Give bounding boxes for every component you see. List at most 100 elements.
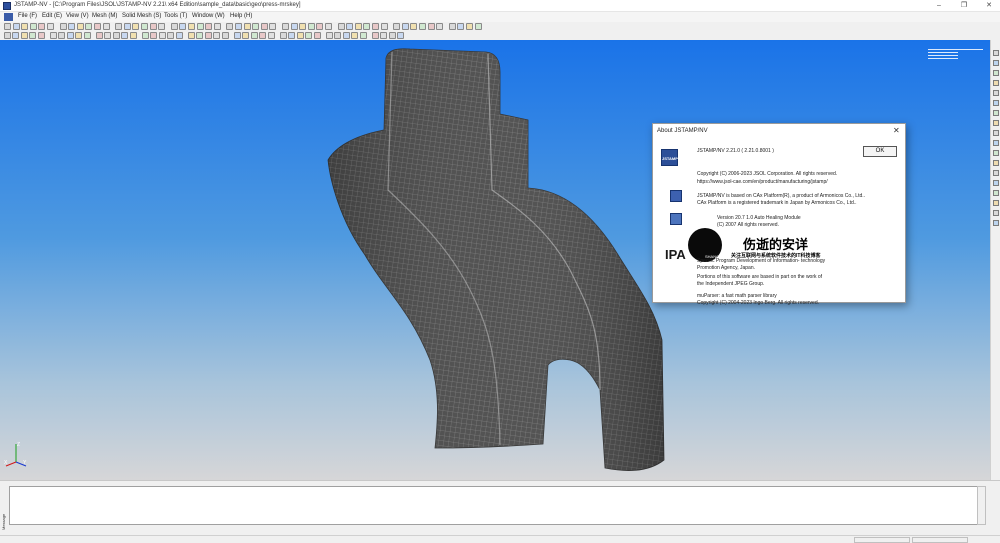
toolbar-tool-icon[interactable]	[457, 23, 465, 30]
toolbar-tool-icon[interactable]	[307, 23, 315, 30]
toolbar-tool-icon[interactable]	[363, 23, 371, 30]
toolbar-tool-icon[interactable]	[76, 23, 84, 30]
toolbar-tool-icon[interactable]	[346, 23, 354, 30]
side-tool-icon[interactable]	[993, 80, 999, 86]
toolbar-tool-icon[interactable]	[75, 32, 83, 39]
minimize-button[interactable]: –	[928, 0, 950, 12]
toolbar-tool-icon[interactable]	[290, 23, 298, 30]
ok-button[interactable]: OK	[863, 146, 897, 157]
side-tool-icon[interactable]	[993, 190, 999, 196]
toolbar-tool-icon[interactable]	[83, 32, 91, 39]
toolbar-tool-icon[interactable]	[196, 23, 204, 30]
toolbar-tool-icon[interactable]	[104, 32, 112, 39]
side-tool-icon[interactable]	[993, 100, 999, 106]
toolbar-tool-icon[interactable]	[342, 32, 350, 39]
toolbar-tool-icon[interactable]	[38, 23, 46, 30]
toolbar-tool-icon[interactable]	[380, 23, 388, 30]
toolbar-tool-icon[interactable]	[68, 23, 76, 30]
toolbar-tool-icon[interactable]	[47, 23, 54, 30]
toolbar-tool-icon[interactable]	[448, 23, 456, 30]
toolbar-tool-icon[interactable]	[354, 23, 362, 30]
toolbar-tool-icon[interactable]	[288, 32, 296, 39]
toolbar-tool-icon[interactable]	[167, 32, 175, 39]
toolbar-tool-icon[interactable]	[115, 23, 123, 30]
menu-mesh[interactable]: Mesh (M)	[92, 13, 117, 19]
toolbar-tool-icon[interactable]	[313, 32, 321, 39]
toolbar-tool-icon[interactable]	[158, 23, 166, 30]
toolbar-tool-icon[interactable]	[204, 32, 212, 39]
toolbar-tool-icon[interactable]	[326, 32, 333, 39]
toolbar-tool-icon[interactable]	[260, 23, 268, 30]
toolbar-tool-icon[interactable]	[59, 23, 67, 30]
toolbar-tool-icon[interactable]	[372, 23, 379, 30]
toolbar-tool-icon[interactable]	[213, 23, 221, 30]
toolbar-tool-icon[interactable]	[21, 23, 29, 30]
toolbar-tool-icon[interactable]	[96, 32, 103, 39]
toolbar-tool-icon[interactable]	[305, 32, 313, 39]
toolbar-tool-icon[interactable]	[282, 23, 289, 30]
toolbar-tool-icon[interactable]	[213, 32, 221, 39]
toolbar-tool-icon[interactable]	[142, 32, 149, 39]
side-tool-icon[interactable]	[993, 120, 999, 126]
side-tool-icon[interactable]	[993, 200, 999, 206]
menu-window[interactable]: Window (W)	[192, 13, 225, 19]
toolbar-tool-icon[interactable]	[397, 32, 405, 39]
toolbar-tool-icon[interactable]	[129, 32, 137, 39]
side-tool-icon[interactable]	[993, 140, 999, 146]
toolbar-tool-icon[interactable]	[359, 32, 367, 39]
toolbar-tool-icon[interactable]	[267, 32, 275, 39]
toolbar-tool-icon[interactable]	[388, 32, 396, 39]
toolbar-tool-icon[interactable]	[149, 23, 157, 30]
s-channel-part[interactable]	[327, 48, 665, 471]
toolbar-tool-icon[interactable]	[427, 23, 435, 30]
toolbar-tool-icon[interactable]	[242, 32, 250, 39]
close-window-button[interactable]: ✕	[978, 0, 1000, 12]
message-output[interactable]	[9, 486, 985, 525]
toolbar-tool-icon[interactable]	[393, 23, 401, 30]
menu-help[interactable]: Help (H)	[230, 13, 252, 19]
side-tool-icon[interactable]	[993, 60, 999, 66]
toolbar-tool-icon[interactable]	[419, 23, 426, 30]
toolbar-tool-icon[interactable]	[150, 32, 158, 39]
toolbar-tool-icon[interactable]	[337, 23, 345, 30]
toolbar-tool-icon[interactable]	[123, 23, 131, 30]
toolbar-tool-icon[interactable]	[94, 23, 101, 30]
toolbar-tool-icon[interactable]	[436, 23, 444, 30]
toolbar-tool-icon[interactable]	[12, 32, 20, 39]
dialog-close-button[interactable]: ✕	[893, 126, 900, 135]
toolbar-tool-icon[interactable]	[66, 32, 74, 39]
menu-edit[interactable]: Edit (E)	[42, 13, 62, 19]
toolbar-tool-icon[interactable]	[380, 32, 388, 39]
toolbar-tool-icon[interactable]	[102, 23, 110, 30]
side-tool-icon[interactable]	[993, 150, 999, 156]
toolbar-tool-icon[interactable]	[250, 32, 258, 39]
toolbar-tool-icon[interactable]	[466, 23, 473, 30]
toolbar-tool-icon[interactable]	[179, 23, 187, 30]
toolbar-tool-icon[interactable]	[316, 23, 324, 30]
toolbar-tool-icon[interactable]	[474, 23, 482, 30]
toolbar-tool-icon[interactable]	[29, 23, 37, 30]
side-tool-icon[interactable]	[993, 170, 999, 176]
toolbar-tool-icon[interactable]	[158, 32, 166, 39]
toolbar-tool-icon[interactable]	[410, 23, 418, 30]
toolbar-tool-icon[interactable]	[280, 32, 287, 39]
product-url-link[interactable]: https://www.jsol-cae.com/en/product/manu…	[697, 179, 828, 185]
toolbar-tool-icon[interactable]	[12, 23, 20, 30]
toolbar-tool-icon[interactable]	[112, 32, 120, 39]
side-tool-icon[interactable]	[993, 180, 999, 186]
maximize-button[interactable]: ❐	[953, 0, 975, 12]
side-tool-icon[interactable]	[993, 210, 999, 216]
toolbar-tool-icon[interactable]	[196, 32, 204, 39]
toolbar-tool-icon[interactable]	[372, 32, 379, 39]
toolbar-tool-icon[interactable]	[141, 23, 148, 30]
toolbar-tool-icon[interactable]	[188, 32, 195, 39]
menu-view[interactable]: View (V)	[66, 13, 89, 19]
menu-solid-mesh[interactable]: Solid Mesh (S)	[122, 13, 161, 19]
toolbar-tool-icon[interactable]	[20, 32, 28, 39]
toolbar-tool-icon[interactable]	[205, 23, 213, 30]
menu-file[interactable]: File (F)	[18, 13, 37, 19]
toolbar-tool-icon[interactable]	[188, 23, 195, 30]
toolbar-tool-icon[interactable]	[121, 32, 129, 39]
side-tool-icon[interactable]	[993, 220, 999, 226]
toolbar-tool-icon[interactable]	[234, 32, 241, 39]
